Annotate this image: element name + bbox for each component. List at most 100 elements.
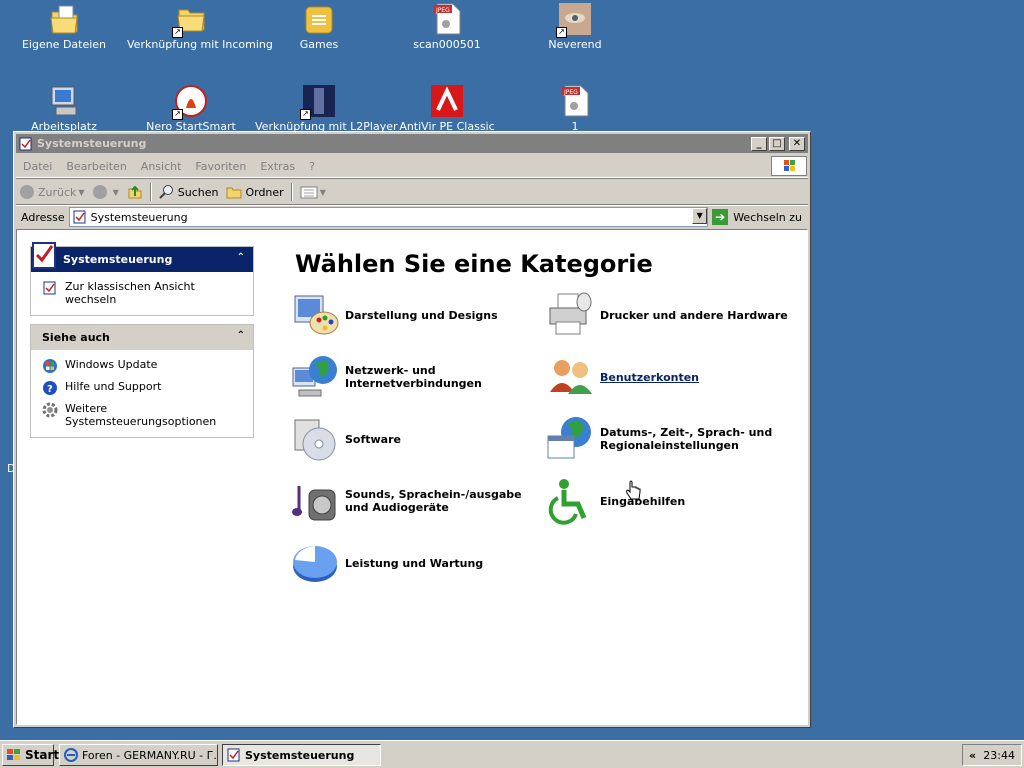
menu-bar: Datei Bearbeiten Ansicht Favoriten Extra… — [16, 155, 808, 178]
category-software[interactable]: Software — [291, 414, 541, 464]
menu-help[interactable]: ? — [302, 160, 322, 173]
date-time-globe-icon — [546, 414, 596, 464]
menu-edit[interactable]: Bearbeiten — [59, 160, 133, 173]
control-panel-icon — [227, 748, 241, 762]
collapse-chevron-icon[interactable]: ⌃ — [237, 330, 245, 341]
chevron-down-icon[interactable]: ▼ — [78, 188, 84, 197]
views-icon — [300, 186, 318, 199]
search-icon — [159, 185, 173, 199]
task-pane-title: Systemsteuerung — [63, 253, 173, 266]
category-label: Darstellung und Designs — [345, 308, 498, 322]
see-also-label: Weitere Systemsteuerungsoptionen — [65, 402, 217, 428]
jpeg-file-icon: JPEG — [430, 2, 464, 36]
chevron-down-icon[interactable]: ▼ — [113, 188, 119, 197]
menu-favorites[interactable]: Favoriten — [188, 160, 253, 173]
see-also-help-support[interactable]: ? Hilfe und Support — [31, 377, 253, 399]
menu-tools[interactable]: Extras — [253, 160, 302, 173]
see-also-label: Hilfe und Support — [65, 380, 162, 393]
category-label: Sounds, Sprachein-/ausgabe und Audiogerä… — [345, 488, 522, 514]
views-button[interactable]: ▼ — [296, 185, 330, 199]
folder-icon — [226, 187, 242, 199]
my-computer-icon — [47, 84, 81, 118]
category-sounds-audio[interactable]: Sounds, Sprachein-/ausgabe und Audiogerä… — [291, 476, 541, 526]
toolbar: Zurück ▼ ▼ Suchen Ordner ▼ — [16, 178, 808, 206]
control-panel-large-icon — [30, 240, 60, 270]
desktop-icon-neverend[interactable]: ↗ Neverend — [511, 2, 639, 51]
svg-text:JPEG: JPEG — [563, 89, 578, 96]
see-also-windows-update[interactable]: Windows Update — [31, 355, 253, 377]
start-button[interactable]: Start — [2, 744, 59, 766]
folders-button[interactable]: Ordner — [222, 184, 287, 200]
folders-label: Ordner — [245, 185, 284, 199]
desktop-icon-nero[interactable]: ↗ Nero StartSmart — [127, 84, 255, 133]
address-input[interactable]: Systemsteuerung ▼ — [68, 207, 709, 227]
go-button[interactable]: ➔ Wechseln zu — [712, 209, 808, 225]
user-accounts-icon — [546, 352, 596, 402]
see-also-body: Windows Update ? Hilfe und Support Weite… — [31, 350, 253, 437]
address-value: Systemsteuerung — [90, 210, 188, 224]
category-date-time-language[interactable]: Datums-, Zeit-, Sprach- und Regionaleins… — [546, 414, 796, 464]
go-arrow-icon: ➔ — [712, 209, 729, 225]
gear-icon — [42, 402, 58, 418]
folder-up-icon — [128, 185, 142, 199]
desktop-icon-games[interactable]: Games — [255, 2, 383, 51]
control-panel-task-pane: Systemsteuerung ⌃ Zur klassischen Ansich… — [30, 242, 254, 316]
content-area: Systemsteuerung ⌃ Zur klassischen Ansich… — [16, 229, 808, 725]
search-button[interactable]: Suchen — [155, 184, 223, 200]
control-panel-window[interactable]: Systemsteuerung _ □ ✕ Datei Bearbeiten A… — [13, 131, 811, 728]
title-bar[interactable]: Systemsteuerung _ □ ✕ — [16, 134, 808, 153]
see-also-more-options[interactable]: Weitere Systemsteuerungsoptionen — [31, 399, 253, 431]
toolbar-separator — [149, 183, 152, 201]
control-panel-icon — [42, 280, 58, 296]
nero-icon: ↗ — [172, 84, 208, 120]
desktop-icon-scan[interactable]: JPEG scan000501 — [383, 2, 511, 51]
desktop-icon-l2player[interactable]: ↗ Verknüpfung mit L2Player — [255, 84, 398, 133]
desktop-icon-my-documents[interactable]: Eigene Dateien — [0, 2, 128, 51]
control-panel-icon — [73, 210, 87, 224]
category-network-internet[interactable]: Netzwerk- und Internetverbindungen — [291, 352, 541, 402]
l2player-icon: ↗ — [300, 84, 336, 120]
image-shortcut-icon: ↗ — [556, 2, 592, 38]
menu-view[interactable]: Ansicht — [134, 160, 189, 173]
close-button[interactable]: ✕ — [789, 136, 805, 151]
category-accessibility[interactable]: Eingabehilfen — [546, 476, 796, 526]
taskbar-item-browser[interactable]: Foren - GERMANY.RU - Г... — [59, 744, 218, 766]
task-pane-header[interactable]: Systemsteuerung ⌃ — [31, 242, 253, 272]
desktop-icon-incoming[interactable]: ↗ Verknüpfung mit Incoming — [127, 2, 273, 51]
tray-expand-button[interactable]: « — [969, 749, 976, 762]
window-title: Systemsteuerung — [37, 137, 147, 150]
desktop-icon-1[interactable]: JPEG 1 — [511, 84, 639, 133]
category-printers-hardware[interactable]: Drucker und andere Hardware — [546, 290, 796, 340]
maximize-button[interactable]: □ — [769, 136, 785, 151]
taskbar-item-control-panel[interactable]: Systemsteuerung — [222, 744, 381, 766]
address-dropdown-button[interactable]: ▼ — [692, 208, 708, 224]
minimize-button[interactable]: _ — [751, 136, 767, 151]
back-button[interactable]: Zurück ▼ — [16, 185, 89, 199]
desktop-icon-my-computer[interactable]: Arbeitsplatz — [0, 84, 128, 133]
category-performance-maintenance[interactable]: Leistung und Wartung — [291, 538, 541, 588]
taskbar: Start Foren - GERMANY.RU - Г... Systemst… — [0, 740, 1024, 768]
category-appearance[interactable]: Darstellung und Designs — [291, 290, 541, 340]
up-folder-button[interactable] — [123, 184, 147, 200]
switch-classic-view-link[interactable]: Zur klassischen Ansicht wechseln — [31, 277, 253, 309]
performance-pie-icon — [291, 538, 341, 588]
desktop-icon-label: Verknüpfung mit Incoming — [127, 38, 273, 51]
desktop-icon-label: scan000501 — [413, 38, 481, 51]
see-also-header[interactable]: Siehe auch ⌃ — [31, 325, 253, 350]
category-label: Benutzerkonten — [600, 370, 700, 384]
internet-explorer-icon — [64, 748, 78, 762]
menu-file[interactable]: Datei — [16, 160, 59, 173]
system-tray: « 23:44 — [962, 744, 1022, 766]
taskbar-item-label: Foren - GERMANY.RU - Г... — [82, 748, 218, 762]
chevron-down-icon[interactable]: ▼ — [320, 188, 326, 197]
collapse-chevron-icon[interactable]: ⌃ — [237, 252, 245, 263]
accessibility-wheelchair-icon — [546, 476, 596, 526]
page-title: Wählen Sie eine Kategorie — [295, 250, 653, 278]
category-user-accounts[interactable]: Benutzerkonten — [546, 352, 796, 402]
forward-button[interactable]: ▼ — [89, 185, 123, 199]
desktop-icon-label: Games — [299, 38, 339, 51]
desktop-icon-antivir[interactable]: AntiVir PE Classic — [383, 84, 511, 133]
games-folder-icon — [302, 2, 336, 36]
antivir-icon — [430, 84, 464, 118]
clock[interactable]: 23:44 — [983, 749, 1015, 762]
